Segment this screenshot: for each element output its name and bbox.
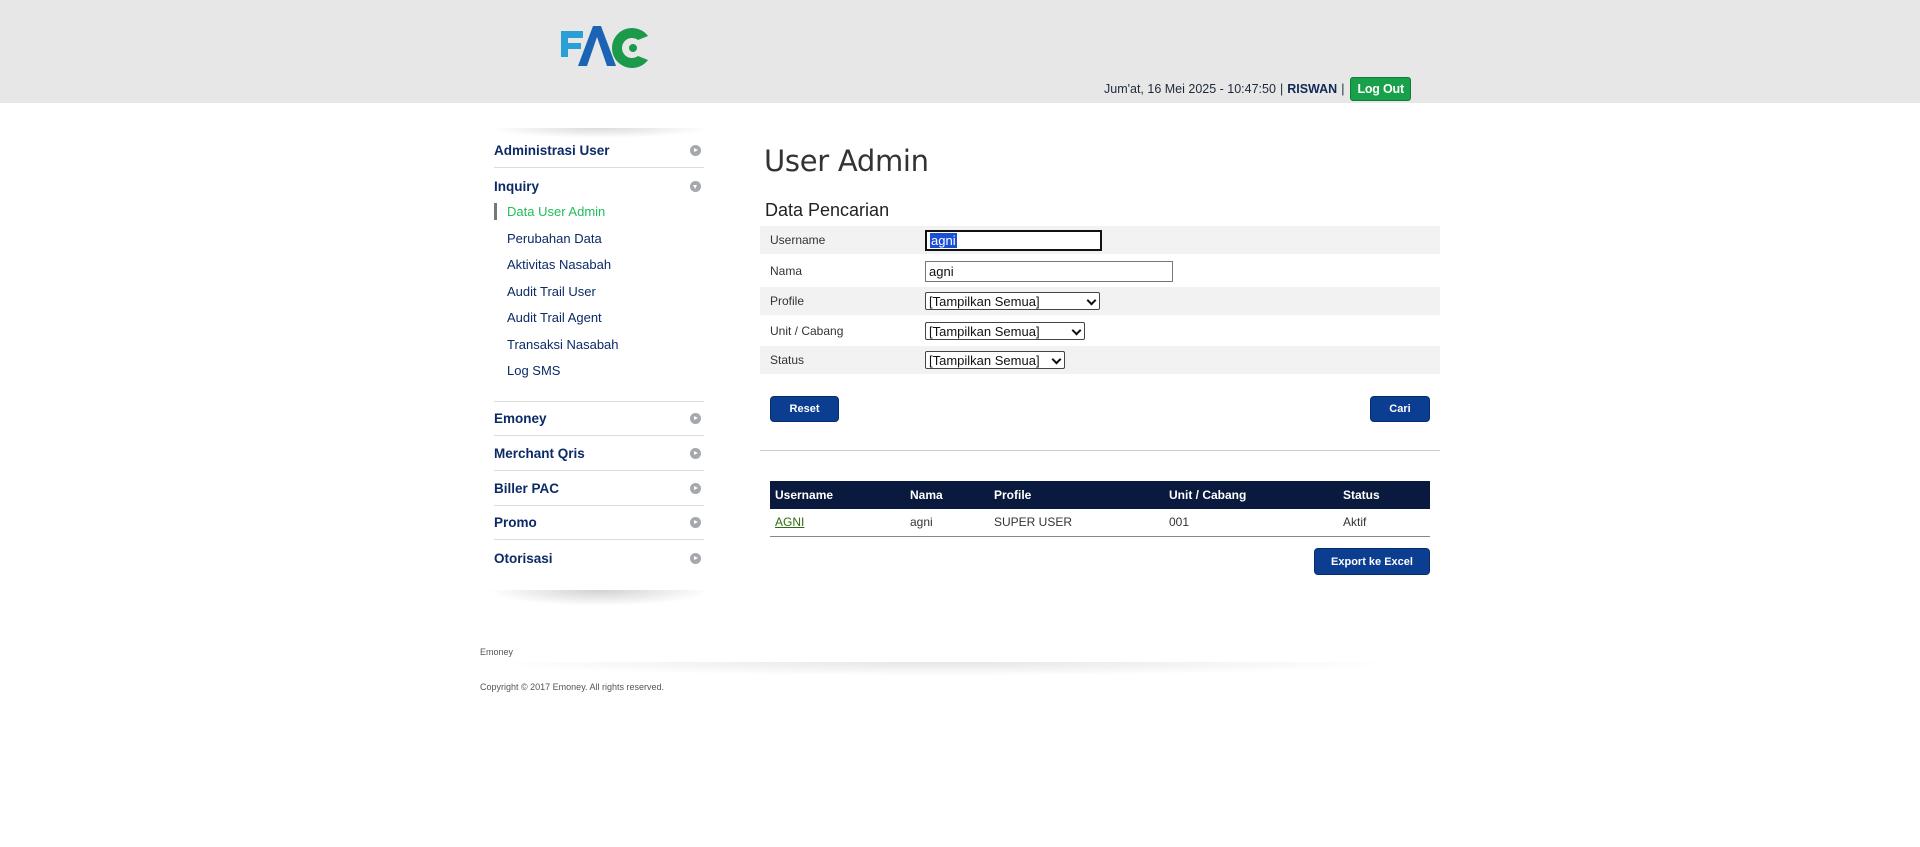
column-header-profile: Profile (989, 481, 1164, 509)
chevron-down-icon (690, 180, 701, 192)
sidebar-menu-label: Biller PAC (494, 481, 560, 496)
sidebar-item-audit-trail-user[interactable]: Audit Trail User (494, 281, 704, 301)
chevron-down-icon (1052, 355, 1062, 365)
chevron-right-icon (690, 448, 701, 459)
sidebar-menu-biller-pac[interactable]: Biller PAC (494, 472, 704, 506)
section-divider (760, 450, 1440, 451)
sidebar-menu-label: Otorisasi (494, 550, 553, 566)
unit-cabang-label: Unit / Cabang (770, 324, 844, 338)
chevron-right-icon (690, 145, 701, 156)
header-separator: | (1279, 81, 1284, 96)
cell-status: Aktif (1338, 509, 1430, 537)
cell-profile: SUPER USER (989, 509, 1164, 537)
chevron-right-icon (690, 483, 701, 494)
username-label: Username (770, 233, 826, 247)
header-user-info: Jum'at, 16 Mei 2025 - 10:47:50 | RISWAN … (1104, 76, 1411, 101)
status-label: Status (770, 353, 805, 367)
logout-button[interactable]: Log Out (1350, 76, 1411, 101)
sidebar-menu-merchant-qris[interactable]: Merchant Qris (494, 437, 704, 471)
sidebar-item-perubahan-data[interactable]: Perubahan Data (494, 228, 704, 248)
sidebar-shadow-bottom (487, 590, 712, 606)
sidebar-item-aktivitas-nasabah[interactable]: Aktivitas Nasabah (494, 254, 704, 274)
table-header-row: Username Nama Profile Unit / Cabang Stat… (770, 481, 1430, 509)
username-input[interactable]: agni (925, 229, 1102, 251)
sidebar-menu-otorisasi[interactable]: Otorisasi (494, 541, 704, 575)
sidebar-menu-label: Administrasi User (494, 143, 610, 158)
status-selected-value: [Tampilkan Semua] (929, 352, 1040, 368)
sidebar-menu-emoney[interactable]: Emoney (494, 402, 704, 436)
chevron-right-icon (690, 413, 701, 424)
export-excel-button[interactable]: Export ke Excel (1314, 548, 1430, 575)
header-username: RISWAN (1287, 81, 1338, 96)
chevron-right-icon (690, 552, 701, 564)
footer-shadow (480, 662, 1405, 676)
top-header: Jum'at, 16 Mei 2025 - 10:47:50 | RISWAN … (0, 0, 1920, 103)
table-row: AGNI agni SUPER USER 001 Aktif (770, 509, 1430, 537)
search-section-title: Data Pencarian (765, 200, 890, 220)
cell-nama: agni (905, 509, 989, 537)
pac-logo (561, 26, 648, 68)
nama-input-value: agni (929, 263, 954, 279)
search-button[interactable]: Cari (1370, 396, 1430, 422)
column-header-unit-cabang: Unit / Cabang (1164, 481, 1338, 509)
nama-label: Nama (770, 264, 803, 278)
cell-username: AGNI (770, 509, 905, 537)
footer-copyright: Copyright © 2017 Emoney. All rights rese… (480, 682, 665, 692)
username-link[interactable]: AGNI (775, 515, 804, 529)
sidebar-menu-label: Inquiry (494, 178, 540, 194)
header-datetime: Jum'at, 16 Mei 2025 - 10:47:50 (1104, 81, 1276, 96)
sidebar-menu-inquiry[interactable]: Inquiry (494, 169, 704, 203)
sidebar-menu-label: Promo (494, 515, 537, 530)
sidebar-item-log-sms[interactable]: Log SMS (494, 360, 704, 380)
chevron-down-icon (1072, 326, 1082, 336)
unit-cabang-select[interactable]: [Tampilkan Semua] (925, 322, 1085, 340)
cell-unit-cabang: 001 (1164, 509, 1338, 537)
column-header-nama: Nama (905, 481, 989, 509)
column-header-status: Status (1338, 481, 1430, 509)
form-row-unit-cabang: Unit / Cabang [Tampilkan Semua] (760, 317, 1440, 345)
chevron-right-icon (690, 517, 701, 528)
reset-button[interactable]: Reset (770, 396, 839, 422)
page-title: User Admin (764, 144, 929, 178)
header-separator: | (1341, 81, 1345, 96)
username-input-value: agni (930, 232, 957, 248)
unit-cabang-selected-value: [Tampilkan Semua] (929, 323, 1040, 339)
sidebar-item-transaksi-nasabah[interactable]: Transaksi Nasabah (494, 334, 704, 354)
form-row-username: Username agni (760, 226, 1440, 254)
sidebar-menu-label: Emoney (494, 411, 547, 426)
nama-input[interactable]: agni (925, 260, 1173, 282)
sidebar-item-audit-trail-agent[interactable]: Audit Trail Agent (494, 307, 704, 327)
form-row-status: Status [Tampilkan Semua] (760, 346, 1440, 374)
sidebar-menu-label: Merchant Qris (494, 446, 585, 461)
form-row-profile: Profile [Tampilkan Semua] (760, 287, 1440, 315)
sidebar-menu-promo[interactable]: Promo (494, 506, 704, 540)
results-table: Username Nama Profile Unit / Cabang Stat… (770, 481, 1430, 537)
status-select[interactable]: [Tampilkan Semua] (925, 351, 1065, 369)
footer-app-name: Emoney (480, 647, 514, 657)
profile-select[interactable]: [Tampilkan Semua] (925, 292, 1100, 310)
column-header-username: Username (770, 481, 905, 509)
form-row-nama: Nama agni (760, 257, 1440, 285)
sidebar-menu-administrasi-user[interactable]: Administrasi User (494, 134, 704, 168)
profile-selected-value: [Tampilkan Semua] (929, 293, 1040, 309)
profile-label: Profile (770, 294, 805, 308)
chevron-down-icon (1087, 296, 1097, 306)
sidebar-item-data-user-admin[interactable]: Data User Admin (494, 201, 704, 221)
